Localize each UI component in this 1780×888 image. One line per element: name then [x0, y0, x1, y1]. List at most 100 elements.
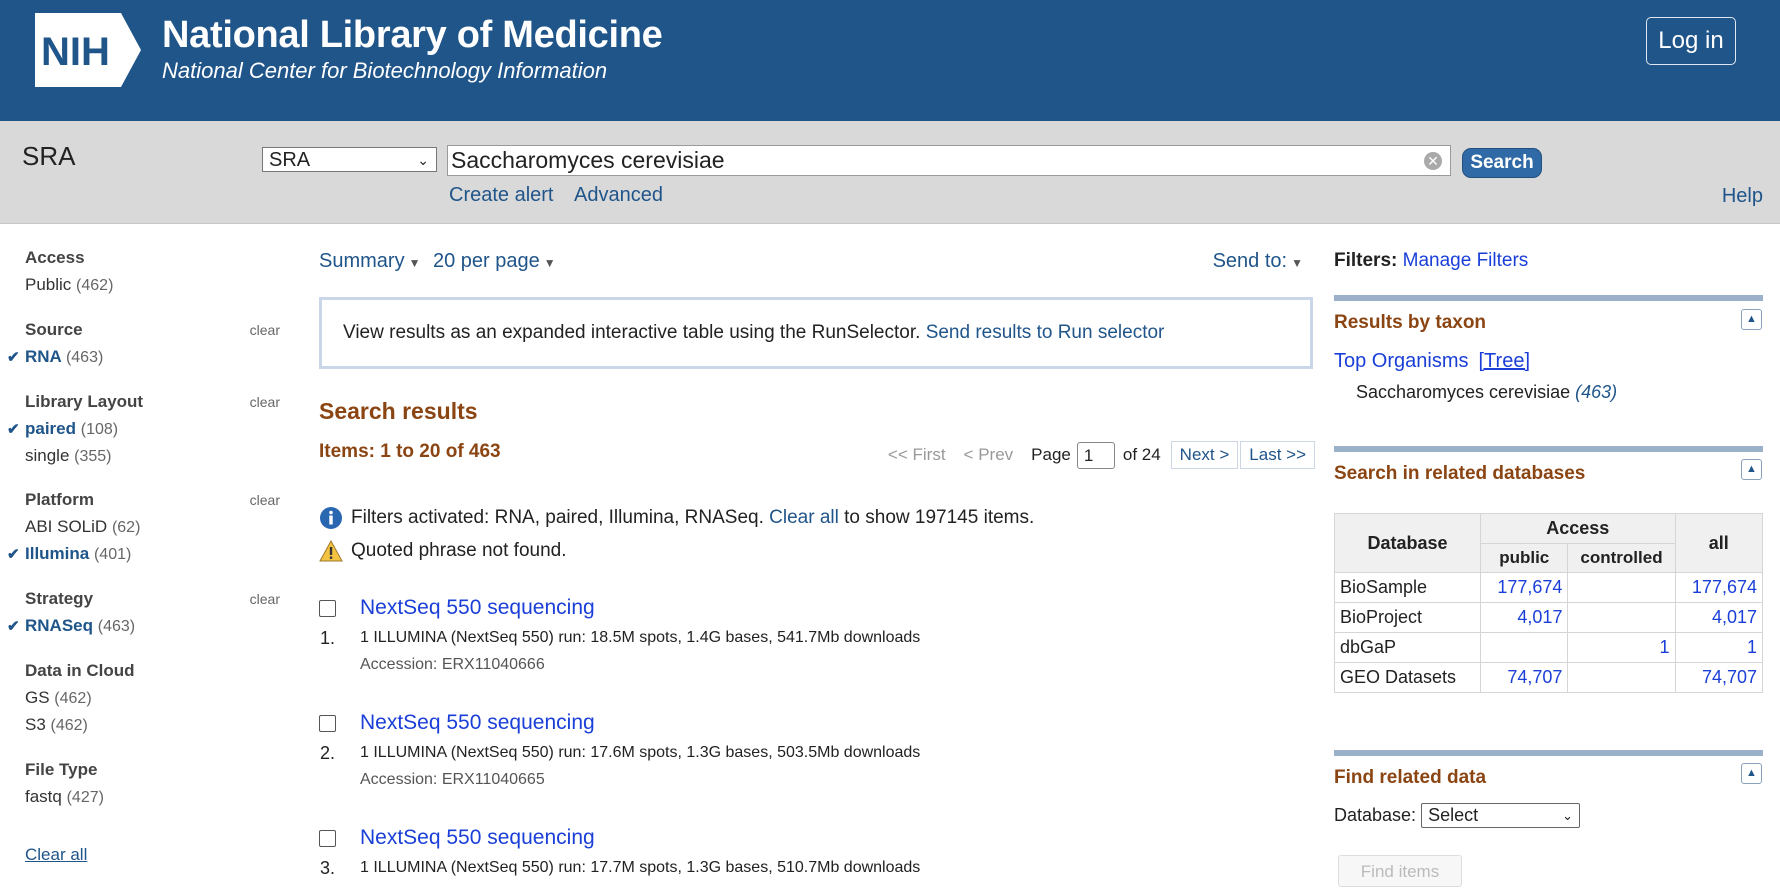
facet-item-gs[interactable]: GS (462): [25, 688, 280, 708]
runselector-banner: View results as an expanded interactive …: [319, 297, 1313, 369]
facet-item-paired[interactable]: ✔ paired (108): [7, 419, 280, 439]
clear-all-link[interactable]: Clear all: [769, 507, 839, 529]
send-to-run-selector-link[interactable]: Send results to Run selector: [926, 322, 1165, 343]
all-count-link[interactable]: 1: [1674, 632, 1764, 663]
send-to-dropdown[interactable]: Send to: ▼: [1213, 250, 1303, 273]
portlet-divider: [1334, 750, 1763, 756]
public-count-link[interactable]: 4,017: [1480, 602, 1569, 633]
site-title[interactable]: National Library of Medicine: [162, 14, 663, 57]
filters-header: Filters: Manage Filters: [1334, 250, 1528, 272]
create-alert-link[interactable]: Create alert: [449, 184, 554, 207]
table-row: BioSample 177,674 177,674: [1333, 572, 1764, 603]
collapse-toggle-icon[interactable]: ▲: [1741, 763, 1762, 784]
result-item: 1. NextSeq 550 sequencing 1 ILLUMINA (Ne…: [319, 596, 1309, 686]
table-row: GEO Datasets 74,707 74,707: [1333, 662, 1764, 693]
result-number: 2.: [320, 743, 336, 763]
portlet-divider: [1334, 446, 1763, 452]
all-count-link[interactable]: 74,707: [1674, 662, 1764, 693]
result-title-link[interactable]: NextSeq 550 sequencing: [360, 596, 595, 620]
items-count: Items: 1 to 20 of 463: [319, 441, 501, 462]
chevron-down-icon: ⌄: [1562, 808, 1574, 823]
find-items-button[interactable]: Find items: [1338, 855, 1462, 887]
facet-title: File Type: [25, 760, 98, 779]
result-description: 1 ILLUMINA (NextSeq 550) run: 17.7M spot…: [360, 859, 921, 876]
filters-label: Filters:: [1334, 250, 1398, 271]
public-count-link[interactable]: 74,707: [1480, 662, 1569, 693]
public-count-link[interactable]: 177,674: [1480, 572, 1569, 603]
collapse-toggle-icon[interactable]: ▲: [1741, 309, 1762, 330]
clear-all-filters-link[interactable]: Clear all: [25, 845, 87, 865]
per-page-dropdown[interactable]: 20 per page ▼: [433, 250, 556, 273]
result-title-link[interactable]: NextSeq 550 sequencing: [360, 826, 595, 850]
header-all: all: [1674, 513, 1764, 573]
last-page-button[interactable]: Last >>: [1240, 441, 1315, 469]
facet-item-s3[interactable]: S3 (462): [25, 715, 280, 735]
result-description: 1 ILLUMINA (NextSeq 550) run: 17.6M spot…: [360, 744, 921, 761]
checkmark-icon: ✔: [7, 349, 20, 366]
result-title-link[interactable]: NextSeq 550 sequencing: [360, 711, 595, 735]
facet-data-in-cloud: Data in Cloud GS (462) S3 (462): [25, 661, 280, 735]
db-name: GEO Datasets: [1333, 662, 1482, 693]
caret-down-icon: ▼: [408, 256, 421, 270]
format-dropdown[interactable]: Summary ▼: [319, 250, 420, 273]
facet-item-rnaseq[interactable]: ✔ RNASeq (463): [7, 616, 280, 636]
facet-item-illumina[interactable]: ✔ Illumina (401): [7, 544, 280, 564]
database-select[interactable]: SRA ⌄: [262, 147, 437, 172]
advanced-search-link[interactable]: Advanced: [574, 184, 663, 207]
top-organisms-link[interactable]: Top Organisms: [1334, 350, 1469, 372]
page-number-input[interactable]: 1: [1076, 441, 1115, 469]
facet-item-rna[interactable]: ✔ RNA (463): [7, 347, 280, 367]
site-subtitle[interactable]: National Center for Biotechnology Inform…: [162, 58, 607, 84]
all-count-link[interactable]: 177,674: [1674, 572, 1764, 603]
controlled-count-link[interactable]: 1: [1567, 632, 1676, 663]
prev-page-link[interactable]: < Prev: [964, 445, 1014, 465]
facet-item-fastq[interactable]: fastq (427): [25, 787, 280, 807]
organism-name: Saccharomyces cerevisiae: [1356, 382, 1571, 402]
tree-link[interactable]: [Tree]: [1479, 350, 1531, 372]
facet-access: Access Public (462): [25, 248, 280, 295]
search-bar: SRA SRA ⌄ Saccharomyces cerevisiae ✕ Sea…: [0, 121, 1780, 224]
filters-activated-notice: Filters activated: RNA, paired, Illumina…: [319, 506, 1034, 530]
next-page-button[interactable]: Next >: [1170, 441, 1239, 469]
site-header: NIH National Library of Medicine Nationa…: [0, 0, 1780, 121]
manage-filters-link[interactable]: Manage Filters: [1403, 250, 1529, 271]
result-accession: Accession: ERX11040665: [360, 771, 545, 788]
facet-clear-link[interactable]: clear: [250, 322, 280, 338]
header-access: Access: [1480, 513, 1676, 544]
nih-logo[interactable]: NIH: [33, 13, 153, 87]
database-label: Database:: [1334, 805, 1417, 825]
results-by-taxon-title: Results by taxon: [1334, 312, 1487, 333]
facet-clear-link[interactable]: clear: [250, 591, 280, 607]
related-database-select[interactable]: Select ⌄: [1421, 803, 1581, 828]
caret-down-icon: ▼: [1291, 256, 1303, 270]
filters-activated-text: Filters activated: RNA, paired, Illumina…: [351, 507, 764, 528]
facet-library-layout: Library Layout clear ✔ paired (108) singl…: [7, 392, 280, 466]
table-row: dbGaP 1 1: [1333, 632, 1764, 663]
facet-clear-link[interactable]: clear: [250, 492, 280, 508]
search-button[interactable]: Search: [1462, 148, 1542, 178]
all-count-link[interactable]: 4,017: [1674, 602, 1764, 633]
facet-item-public[interactable]: Public (462): [25, 275, 280, 295]
info-icon: [320, 507, 342, 529]
result-checkbox[interactable]: [319, 715, 336, 732]
facet-item-abi-solid[interactable]: ABI SOLiD (62): [25, 517, 280, 537]
controlled-count: [1567, 662, 1676, 693]
db-name: BioProject: [1333, 602, 1482, 633]
database-select-value: SRA: [269, 149, 311, 171]
help-link[interactable]: Help: [1722, 185, 1763, 208]
facet-clear-link[interactable]: clear: [250, 394, 280, 410]
organism-row[interactable]: Saccharomyces cerevisiae (463): [1356, 382, 1617, 403]
result-checkbox[interactable]: [319, 830, 336, 847]
first-page-link[interactable]: << First: [888, 445, 946, 465]
facet-title: Platform: [25, 490, 94, 509]
search-input[interactable]: Saccharomyces cerevisiae ✕: [447, 145, 1451, 176]
checkmark-icon: ✔: [7, 546, 20, 563]
caret-down-icon: ▼: [543, 256, 556, 270]
facet-title: Library Layout: [25, 392, 144, 411]
collapse-toggle-icon[interactable]: ▲: [1741, 459, 1762, 480]
login-button[interactable]: Log in: [1646, 17, 1736, 65]
quoted-phrase-notice: Quoted phrase not found.: [319, 540, 567, 562]
result-checkbox[interactable]: [319, 600, 336, 617]
clear-search-icon[interactable]: ✕: [1424, 152, 1442, 170]
facet-item-single[interactable]: single (355): [25, 446, 280, 466]
